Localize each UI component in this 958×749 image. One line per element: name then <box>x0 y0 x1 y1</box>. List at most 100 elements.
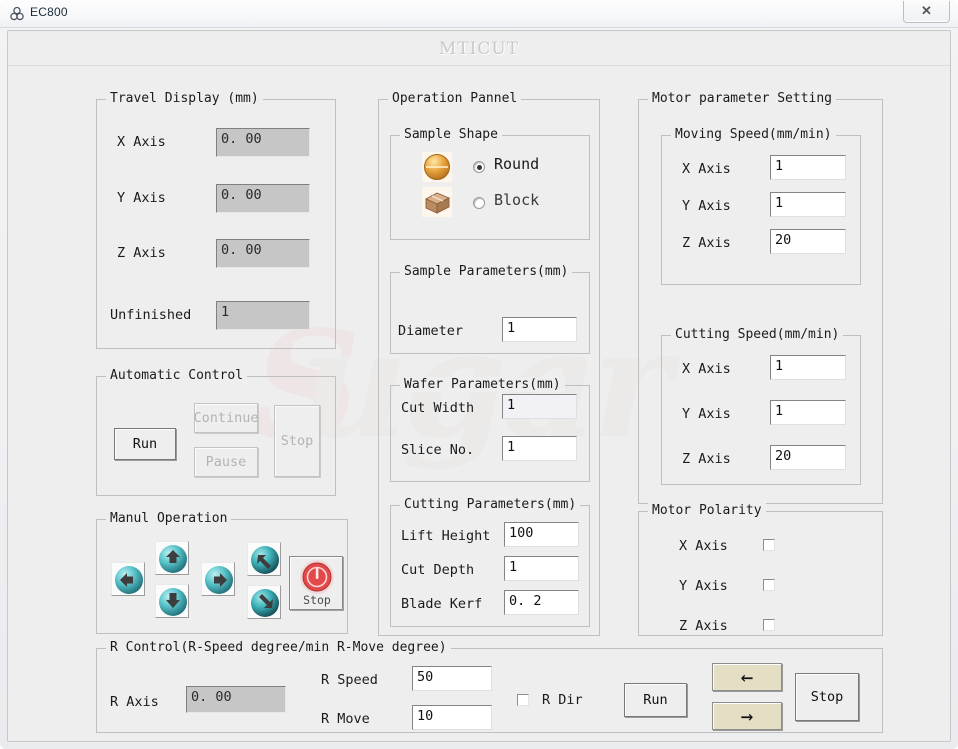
diameter-input[interactable]: 1 <box>502 317 577 342</box>
wafer-parameters-group: Wafer Parameters(mm) Cut Width 1 Slice N… <box>390 377 590 482</box>
sample-shape-round-radio[interactable] <box>473 161 485 173</box>
auto-continue-button[interactable]: Continue <box>193 403 259 433</box>
cut-width-input[interactable]: 1 <box>502 394 577 419</box>
travel-z-value: 0. 00 <box>216 239 310 268</box>
slice-no-label: Slice No. <box>401 442 475 458</box>
header-band: MTICUT <box>8 31 950 66</box>
sample-shape-round-label[interactable]: Round <box>494 155 539 173</box>
travel-z-label: Z Axis <box>117 245 166 261</box>
sample-parameters-title: Sample Parameters(mm) <box>400 264 573 279</box>
cutting-parameters-group: Cutting Parameters(mm) Lift Height 100 C… <box>390 497 590 627</box>
operation-pannel-title: Operation Pannel <box>388 91 522 106</box>
r-dir-checkbox[interactable] <box>517 694 529 706</box>
arrow-left-sphere-icon <box>115 566 143 594</box>
moving-speed-x-label: X Axis <box>682 161 731 177</box>
r-move-input[interactable]: 10 <box>412 705 492 730</box>
sample-parameters-group: Sample Parameters(mm) Diameter 1 <box>390 264 590 354</box>
r-left-arrow-button[interactable]: ← <box>712 663 782 691</box>
moving-speed-z-label: Z Axis <box>682 235 731 251</box>
r-dir-label: R Dir <box>542 692 583 708</box>
moving-speed-y-label: Y Axis <box>682 198 731 214</box>
polarity-y-checkbox[interactable] <box>763 579 775 591</box>
r-right-arrow-button[interactable]: → <box>712 702 782 730</box>
auto-run-button[interactable]: Run <box>114 428 176 460</box>
move-up-button[interactable] <box>155 541 189 575</box>
cut-depth-label: Cut Depth <box>401 562 475 578</box>
close-icon: ✕ <box>921 3 932 18</box>
polarity-x-checkbox[interactable] <box>763 539 775 551</box>
sample-shape-block-label[interactable]: Block <box>494 191 539 209</box>
auto-pause-button[interactable]: Pause <box>194 447 258 477</box>
travel-x-value: 0. 00 <box>216 128 310 157</box>
sample-shape-title: Sample Shape <box>400 127 502 142</box>
r-run-button[interactable]: Run <box>624 683 687 717</box>
arrow-right-sphere-icon <box>205 566 233 594</box>
r-axis-label: R Axis <box>110 694 159 710</box>
r-speed-input[interactable]: 50 <box>412 666 492 691</box>
arrow-diag-down-sphere-icon <box>251 589 279 617</box>
arrow-up-sphere-icon <box>159 545 187 573</box>
arrow-right-icon: → <box>740 704 754 728</box>
sample-shape-group: Sample Shape Round Block <box>390 127 590 240</box>
unfinished-value: 1 <box>216 301 310 330</box>
manual-stop-label: Stop <box>303 593 331 607</box>
r-axis-value: 0. 00 <box>186 686 286 713</box>
diameter-label: Diameter <box>398 323 464 339</box>
r-control-title: R Control(R-Speed degree/min R-Move degr… <box>106 640 451 655</box>
auto-stop-button[interactable]: Stop <box>274 405 320 477</box>
z-down-button[interactable] <box>247 585 281 619</box>
manual-operation-group: Manul Operation Stop <box>96 511 348 634</box>
cutting-parameters-title: Cutting Parameters(mm) <box>400 497 581 512</box>
cutting-speed-z-label: Z Axis <box>682 451 731 467</box>
wafer-parameters-title: Wafer Parameters(mm) <box>400 377 565 392</box>
window-titlebar: EC800 ✕ <box>0 0 958 28</box>
cut-depth-input[interactable]: 1 <box>504 556 579 581</box>
lift-height-input[interactable]: 100 <box>504 522 579 547</box>
cutting-speed-group: Cutting Speed(mm/min) X Axis 1 Y Axis 1 … <box>661 327 861 485</box>
moving-speed-group: Moving Speed(mm/min) X Axis 1 Y Axis 1 Z… <box>661 127 861 285</box>
cutting-speed-y-input[interactable]: 1 <box>770 400 846 425</box>
moving-speed-z-input[interactable]: 20 <box>770 229 846 254</box>
r-stop-button[interactable]: Stop <box>795 673 859 721</box>
z-up-button[interactable] <box>247 542 281 576</box>
operation-pannel-group: Operation Pannel Sample Shape Round Bloc… <box>378 91 600 636</box>
close-button[interactable]: ✕ <box>903 1 950 23</box>
motor-polarity-group: Motor Polarity X Axis Y Axis Z Axis <box>638 503 883 636</box>
cutting-speed-z-input[interactable]: 20 <box>770 445 846 470</box>
power-stop-icon <box>300 560 334 594</box>
manual-operation-title: Manul Operation <box>106 511 232 526</box>
automatic-control-group: Automatic Control Run Continue Pause Sto… <box>96 368 336 496</box>
sample-shape-block-radio[interactable] <box>473 197 485 209</box>
moving-speed-title: Moving Speed(mm/min) <box>671 127 836 142</box>
cutting-speed-x-input[interactable]: 1 <box>770 355 846 380</box>
polarity-z-checkbox[interactable] <box>763 619 775 631</box>
move-right-button[interactable] <box>201 562 235 596</box>
client-area: MTICUT S ugar Travel Display (mm) X Axis… <box>7 30 951 742</box>
move-left-button[interactable] <box>111 562 145 596</box>
moving-speed-y-input[interactable]: 1 <box>770 192 846 217</box>
cut-width-label: Cut Width <box>401 400 475 416</box>
cutting-speed-x-label: X Axis <box>682 361 731 377</box>
motor-polarity-title: Motor Polarity <box>648 503 766 518</box>
motor-parameter-setting-group: Motor parameter Setting Moving Speed(mm/… <box>638 91 883 504</box>
moving-speed-x-input[interactable]: 1 <box>770 155 846 180</box>
arrow-left-icon: ← <box>740 665 754 689</box>
polarity-z-label: Z Axis <box>679 618 728 634</box>
polarity-x-label: X Axis <box>679 538 728 554</box>
travel-x-label: X Axis <box>117 134 166 150</box>
window-title: EC800 <box>30 5 68 19</box>
manual-stop-button[interactable]: Stop <box>289 556 343 610</box>
blade-kerf-label: Blade Kerf <box>401 596 483 612</box>
sphere-sample-icon <box>422 152 452 182</box>
r-speed-label: R Speed <box>321 672 378 688</box>
move-down-button[interactable] <box>155 584 189 618</box>
slice-no-input[interactable]: 1 <box>502 436 577 461</box>
molecule-icon <box>9 6 25 22</box>
arrow-diag-up-sphere-icon <box>251 546 279 574</box>
cutting-speed-title: Cutting Speed(mm/min) <box>671 327 844 342</box>
travel-display-title: Travel Display (mm) <box>106 91 263 106</box>
travel-y-value: 0. 00 <box>216 184 310 213</box>
blade-kerf-input[interactable]: 0. 2 <box>504 590 579 615</box>
arrow-down-sphere-icon <box>159 588 187 616</box>
box-sample-icon <box>422 187 452 217</box>
